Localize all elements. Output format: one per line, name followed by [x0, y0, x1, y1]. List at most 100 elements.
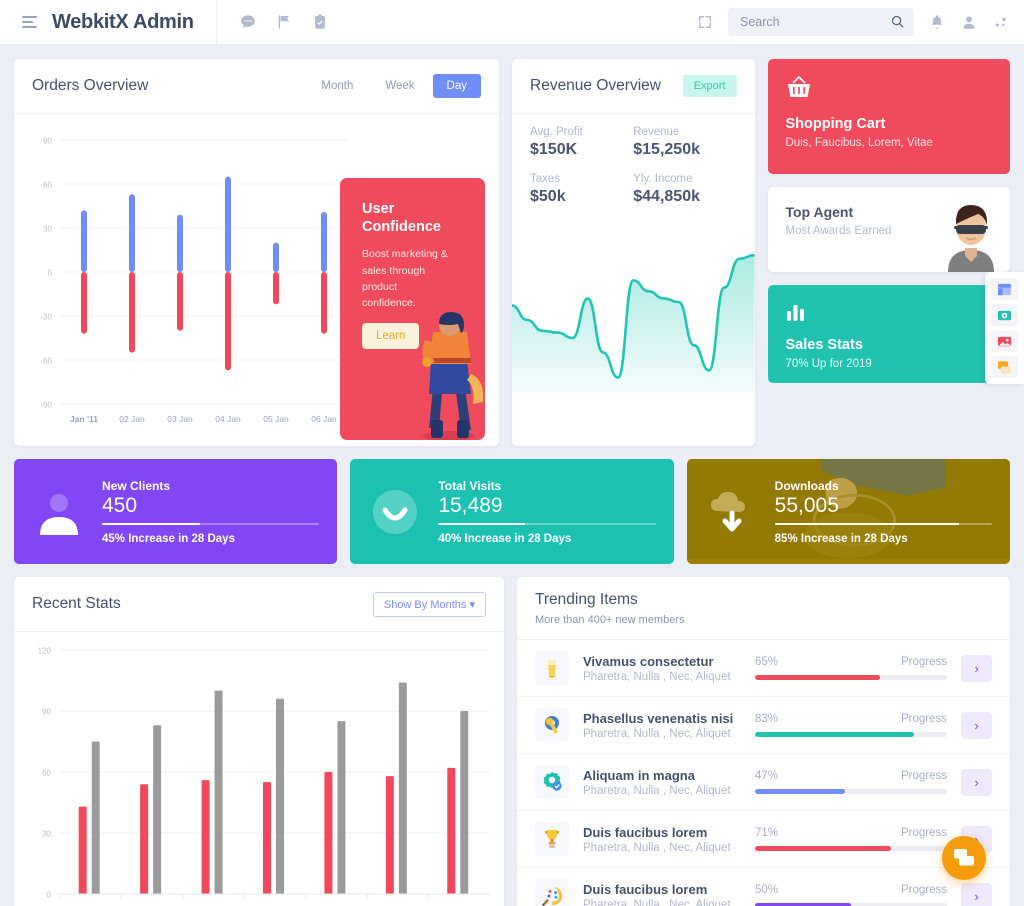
orders-overview-chart: 90 60 30 0 -30 -60 -90 Jan '11 02 Jan 03 Jan 04 Ja… [14, 114, 354, 446]
topbar-right-group [696, 8, 1024, 36]
search-input[interactable] [728, 8, 914, 36]
svg-text:0: 0 [48, 269, 53, 278]
fullscreen-icon[interactable] [696, 13, 714, 31]
kpi-value: $50k [530, 188, 566, 205]
hamburger-icon[interactable] [12, 16, 46, 28]
tile-body: Downloads 55,005 85% Increase in 28 Days [774, 478, 992, 545]
revenue-title: Revenue Overview [530, 77, 661, 94]
sales-stats-card[interactable]: Sales Stats 70% Up for 2019 [767, 285, 1010, 383]
svg-text:06 Jan: 06 Jan [311, 414, 337, 424]
apps-grid-icon[interactable] [992, 13, 1010, 31]
woman-illustration [422, 312, 484, 440]
tab-week[interactable]: Week [371, 74, 428, 98]
tab-month[interactable]: Month [307, 74, 367, 98]
tile-total-visits[interactable]: Total Visits 15,489 40% Increase in 28 D… [350, 459, 674, 564]
top-agent-card[interactable]: Top Agent Most Awards Earned [767, 187, 1010, 272]
top-navbar: WebkitX Admin [0, 0, 1024, 45]
list-item[interactable]: Duis faucibus lorem Pharetra, Nulla , Nec… [517, 868, 1010, 906]
list-item-desc: Pharetra, Nulla , Nec, Aliquet [583, 841, 731, 854]
list-item-desc: Pharetra, Nulla , Nec, Aliquet [583, 784, 731, 797]
progress-bar [438, 522, 656, 525]
progress-bar [774, 522, 992, 525]
export-button[interactable]: Export [682, 75, 737, 97]
go-button[interactable]: › [961, 654, 992, 682]
list-item[interactable]: Vivamus consectetur Pharetra, Nulla , Nec… [517, 640, 1010, 697]
user-icon[interactable] [960, 13, 978, 31]
progress-fill [438, 522, 526, 525]
percent-label: 47% [755, 770, 779, 782]
list-item[interactable]: Aliquam in magna Pharetra, Nulla , Nec, A… [517, 754, 1010, 811]
kpi-label: Taxes [530, 173, 561, 185]
progress-bar [102, 522, 320, 525]
search-icon[interactable] [890, 14, 905, 29]
revenue-area-chart [512, 220, 755, 392]
go-button[interactable]: › [961, 768, 992, 796]
chat-icon[interactable] [991, 356, 1018, 378]
topbar-icon-group [217, 13, 329, 31]
tile-value: 55,005 [774, 493, 839, 517]
tile-value: 15,489 [438, 493, 503, 517]
trending-items-card: Trending Items More than 400+ new member… [517, 577, 1010, 906]
tile-downloads[interactable]: Downloads 55,005 85% Increase in 28 Days [686, 459, 1010, 564]
dashboard-body: Orders Overview Month Week Day 90 60 30 0 -3… [0, 45, 1024, 906]
flag-icon[interactable] [275, 13, 293, 31]
cart-title: Shopping Cart [785, 116, 886, 132]
brand-title: WebkitX Admin [52, 10, 194, 33]
svg-text:120: 120 [38, 647, 52, 656]
progress-caption: Progress [900, 713, 947, 725]
list-item-text: Duis faucibus lorem Pharetra, Nulla , Nec… [583, 882, 755, 906]
kpi-value: $150K [530, 141, 578, 158]
smile-icon [373, 489, 418, 534]
list-item-progress: 47% Progress [755, 770, 961, 794]
progress-fill [755, 789, 846, 794]
list-item-title: Phasellus venenatis nisi [583, 710, 734, 726]
progress-bar [755, 675, 947, 680]
list-item-title: Duis faucibus lorem [583, 824, 708, 840]
chat-bubble-icon[interactable] [239, 13, 257, 31]
promo-text: Boost marketing & sales through product … [362, 248, 448, 310]
kpi-label: Yly. Income [633, 173, 693, 185]
search-container [728, 8, 914, 36]
orders-overview-card: Orders Overview Month Week Day 90 60 30 0 -3… [14, 59, 499, 446]
sales-title: Sales Stats [785, 337, 863, 353]
tile-label: New Clients [102, 478, 171, 493]
svg-text:03 Jan: 03 Jan [167, 414, 193, 424]
right-column: Shopping Cart Duis, Faucibus, Lorem, Vit… [767, 59, 1010, 446]
list-item-title: Duis faucibus lorem [583, 881, 708, 897]
percent-label: 50% [755, 884, 779, 896]
svg-text:60: 60 [43, 181, 52, 190]
dashboard-row-2: New Clients 450 45% Increase in 28 Days … [14, 459, 1010, 564]
user-confidence-promo: User Confidence Boost marketing & sales … [340, 178, 485, 440]
bell-icon[interactable] [928, 13, 946, 31]
image-icon[interactable] [991, 330, 1018, 352]
chat-fab-button[interactable] [942, 836, 986, 880]
go-button[interactable]: › [961, 882, 992, 906]
tile-value: 450 [102, 493, 138, 517]
list-item[interactable]: Phasellus venenatis nisi Pharetra, Nulla … [517, 697, 1010, 754]
tile-body: Total Visits 15,489 40% Increase in 28 D… [438, 478, 656, 545]
layout-window-icon[interactable] [991, 278, 1018, 300]
tile-new-clients[interactable]: New Clients 450 45% Increase in 28 Days [14, 459, 338, 564]
tile-label: Downloads [774, 478, 839, 493]
list-item-progress: 83% Progress [755, 713, 961, 737]
svg-text:04 Jan: 04 Jan [215, 414, 241, 424]
tile-label: Total Visits [438, 478, 502, 493]
tile-note: 85% Increase in 28 Days [774, 532, 908, 545]
revenue-overview-card: Revenue Overview Export Avg. Profit $150… [512, 59, 755, 446]
gear-wrench-icon [535, 708, 569, 742]
orders-overview-body: 90 60 30 0 -30 -60 -90 Jan '11 02 Jan 03 Jan 04 Ja… [14, 114, 499, 446]
recent-stats-header: Recent Stats Show By Months ▾ [14, 577, 504, 632]
list-item[interactable]: Duis faucibus lorem Pharetra, Nulla , Nec… [517, 811, 1010, 868]
clipboard-check-icon[interactable] [311, 13, 329, 31]
progress-fill [755, 675, 880, 680]
list-item-title: Vivamus consectetur [583, 653, 714, 669]
go-button[interactable]: › [961, 711, 992, 739]
list-item-desc: Pharetra, Nulla , Nec, Aliquet [583, 898, 731, 906]
percent-label: 65% [755, 656, 779, 668]
shopping-cart-card[interactable]: Shopping Cart Duis, Faucibus, Lorem, Vit… [767, 59, 1010, 174]
percent-label: 71% [755, 827, 779, 839]
settings-badge-icon[interactable] [991, 304, 1018, 326]
tab-day[interactable]: Day [432, 74, 481, 98]
show-by-months-dropdown[interactable]: Show By Months ▾ [372, 591, 486, 617]
svg-text:30: 30 [42, 830, 51, 839]
